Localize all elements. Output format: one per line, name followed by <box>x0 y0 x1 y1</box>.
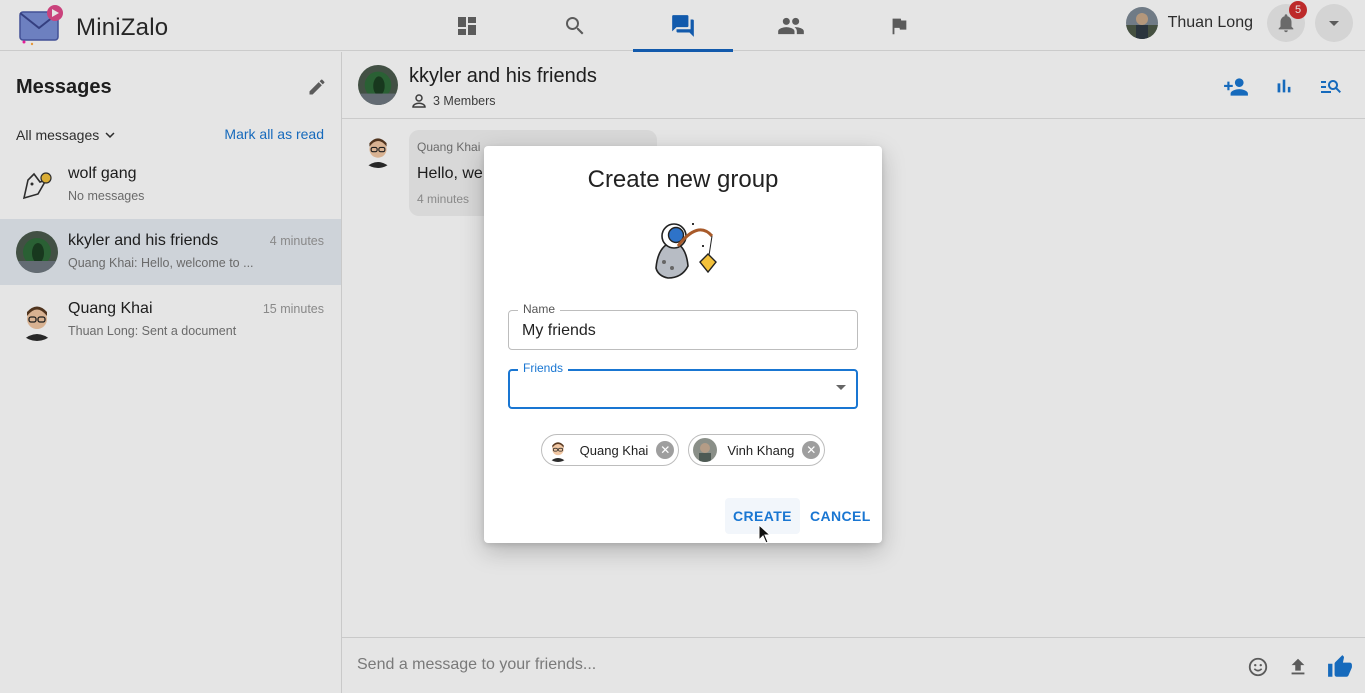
chip-label: Quang Khai <box>579 442 649 458</box>
chip-label: Vinh Khang <box>727 442 795 458</box>
chip-avatar <box>693 438 718 462</box>
remove-chip-icon[interactable]: ✕ <box>802 441 821 459</box>
cancel-button[interactable]: CANCEL <box>802 498 879 534</box>
selected-friends: Quang Khai ✕ Vinh Khang ✕ <box>484 434 882 466</box>
create-group-dialog: Create new group Name My friends Friends… <box>484 146 882 543</box>
dropdown-arrow-icon[interactable] <box>836 385 846 390</box>
astronaut-fishing-illustration <box>648 216 718 286</box>
friend-chip[interactable]: Quang Khai ✕ <box>540 434 680 466</box>
remove-chip-icon[interactable]: ✕ <box>656 441 675 459</box>
group-name-value: My friends <box>522 322 596 339</box>
mouse-cursor-icon <box>758 524 772 544</box>
friend-chip[interactable]: Vinh Khang ✕ <box>688 434 826 466</box>
dialog-title: Create new group <box>587 166 779 193</box>
chip-avatar <box>545 438 570 462</box>
friends-label: Friends <box>518 361 569 375</box>
group-name-field[interactable]: Name My friends <box>508 302 858 350</box>
friends-select[interactable]: Friends <box>508 361 858 409</box>
group-name-label: Name <box>518 302 561 316</box>
